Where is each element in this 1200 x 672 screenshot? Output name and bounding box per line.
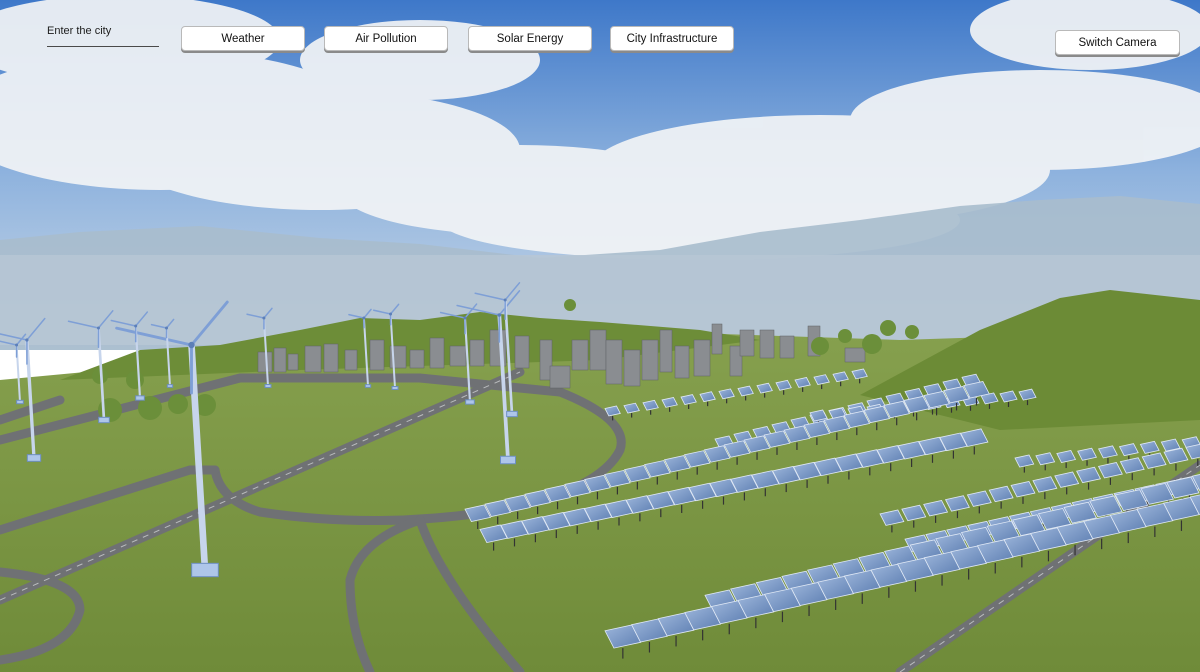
solar-energy-button[interactable]: Solar Energy	[468, 26, 592, 51]
city-search-input[interactable]	[47, 16, 159, 47]
switch-camera-button[interactable]: Switch Camera	[1055, 30, 1180, 55]
simulation-viewport[interactable]	[0, 0, 1200, 672]
air-pollution-button[interactable]: Air Pollution	[324, 26, 448, 51]
city-infrastructure-button[interactable]: City Infrastructure	[610, 26, 734, 51]
weather-button[interactable]: Weather	[181, 26, 305, 51]
city-search-container	[47, 16, 159, 48]
